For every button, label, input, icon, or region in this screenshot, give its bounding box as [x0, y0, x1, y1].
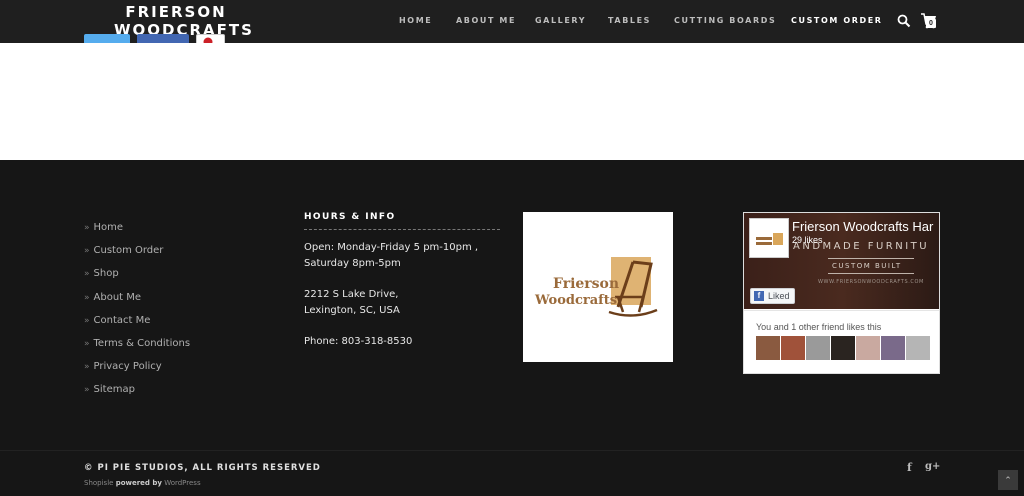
hours-line-2: Saturday 8pm-5pm: [304, 258, 401, 269]
powered-by-text: Shopisle powered by WordPress: [84, 479, 201, 487]
nav-home[interactable]: HOME: [399, 16, 432, 25]
nav-cutting-boards[interactable]: CUTTING BOARDS: [674, 16, 776, 25]
copyright-text: © PI PIE STUDIOS, ALL RIGHTS RESERVED: [84, 463, 321, 473]
friend-avatar[interactable]: [906, 336, 930, 360]
facebook-page-name[interactable]: Frierson Woodcrafts Har: [792, 219, 933, 234]
wordpress-link[interactable]: WordPress: [164, 479, 200, 487]
footer-link-terms[interactable]: » Terms & Conditions: [84, 336, 190, 359]
nav-tables[interactable]: TABLES: [608, 16, 651, 25]
avatar-logo-icon: [756, 233, 783, 245]
cover-text-3: WWW.FRIERSONWOODCRAFTS.COM: [818, 279, 924, 285]
friend-avatar[interactable]: [756, 336, 780, 360]
facebook-cover-photo: ANDMADE FURNITU CUSTOM BUILT WWW.FRIERSO…: [744, 213, 939, 309]
phone-number: Phone: 803-318-8530: [304, 336, 413, 347]
facebook-f-icon: f: [754, 291, 764, 301]
facebook-icon[interactable]: f: [907, 461, 912, 474]
hours-line-1: Open: Monday-Friday 5 pm-10pm ,: [304, 242, 479, 253]
svg-text:Frierson: Frierson: [553, 276, 619, 292]
footer-link-privacy[interactable]: » Privacy Policy: [84, 359, 190, 382]
hours-title: HOURS & INFO: [304, 212, 500, 230]
nav-about-me[interactable]: ABOUT ME: [456, 16, 516, 25]
site-footer: » Home » Custom Order » Shop » About Me » Con…: [0, 160, 1024, 450]
facebook-likes-count: 29 likes: [792, 235, 823, 245]
facebook-page-avatar[interactable]: [749, 218, 789, 258]
facebook-page-widget[interactable]: ANDMADE FURNITU CUSTOM BUILT WWW.FRIERSO…: [743, 212, 940, 374]
friend-avatar[interactable]: [881, 336, 905, 360]
cover-text-2: CUSTOM BUILT: [832, 262, 902, 270]
theme-link[interactable]: Shopisle: [84, 479, 113, 487]
footer-link-contact-me[interactable]: » Contact Me: [84, 313, 190, 336]
cart-count-badge: 0: [926, 19, 936, 28]
friend-avatar[interactable]: [856, 336, 880, 360]
address-line-1: 2212 S Lake Drive,: [304, 289, 399, 300]
search-icon[interactable]: [897, 14, 911, 28]
footer-link-home[interactable]: » Home: [84, 220, 190, 243]
footer-links: » Home » Custom Order » Shop » About Me » Con…: [84, 220, 190, 406]
footer-link-sitemap[interactable]: » Sitemap: [84, 382, 190, 405]
main-content: [0, 43, 1024, 160]
hours-info: HOURS & INFO Open: Monday-Friday 5 pm-10…: [304, 212, 500, 350]
facebook-friends-text: You and 1 other friend likes this: [756, 322, 882, 332]
logo-line-1: FRIERSON: [125, 3, 227, 21]
footer-logo-image: Frierson Woodcrafts: [523, 212, 673, 362]
nav-custom-order[interactable]: CUSTOM ORDER: [791, 16, 883, 25]
address-line-2: Lexington, SC, USA: [304, 305, 400, 316]
footer-link-shop[interactable]: » Shop: [84, 266, 190, 289]
nav-gallery[interactable]: GALLERY: [535, 16, 586, 25]
rocking-chair-logo-icon: Frierson Woodcrafts: [534, 257, 658, 317]
footer-bottom-bar: © PI PIE STUDIOS, ALL RIGHTS RESERVED Sh…: [0, 450, 1024, 496]
google-plus-icon[interactable]: g+: [925, 461, 940, 472]
facebook-liked-button[interactable]: f Liked: [750, 288, 795, 304]
friend-avatar[interactable]: [806, 336, 830, 360]
scroll-to-top-button[interactable]: ⌃: [998, 470, 1018, 490]
friend-avatar[interactable]: [781, 336, 805, 360]
friend-avatar[interactable]: [831, 336, 855, 360]
svg-text:Woodcrafts: Woodcrafts: [534, 293, 617, 308]
footer-link-about-me[interactable]: » About Me: [84, 290, 190, 313]
footer-link-custom-order[interactable]: » Custom Order: [84, 243, 190, 266]
